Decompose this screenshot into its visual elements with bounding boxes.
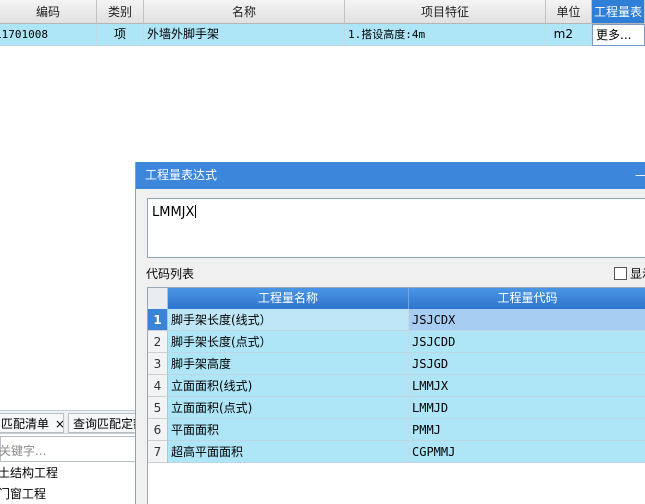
row-number[interactable]: 7: [148, 441, 168, 463]
cell-feature[interactable]: 1.搭设高度:4m: [345, 24, 546, 46]
tab-match-list-label: 匹配清单: [1, 417, 50, 431]
minimize-icon[interactable]: —: [635, 162, 645, 189]
expression-value: LMMJX: [152, 205, 195, 220]
column-header-category[interactable]: 类别: [97, 0, 144, 24]
column-header-unit[interactable]: 单位: [546, 0, 592, 24]
expression-input[interactable]: LMMJX: [147, 198, 645, 258]
cell-quantity-name[interactable]: 脚手架长度(线式）: [168, 309, 409, 331]
checkbox-icon[interactable]: [614, 267, 627, 280]
show-checkbox-label: 显示: [630, 267, 645, 281]
quantity-expression-dialog: 工程量表达式 — LMMJX 代码列表 显示 工程量名称 工程量代码 1脚手架长…: [135, 162, 645, 504]
search-input[interactable]: 关键字...: [0, 436, 137, 462]
cell-quantity-code[interactable]: JSJCDX: [409, 309, 645, 331]
cell-quantity-name[interactable]: 脚手架高度: [168, 353, 409, 375]
code-list-label: 代码列表: [146, 267, 195, 281]
tab-query-quota[interactable]: 查询匹配定额: [68, 413, 140, 433]
column-header-quantity-name[interactable]: 工程量名称: [168, 288, 409, 309]
column-header-quantity-code[interactable]: 工程量代码: [409, 288, 645, 309]
table-row[interactable]: 7 超高平面面积 CGPMMJ: [148, 441, 645, 463]
table-row[interactable]: 3 脚手架高度 JSJGD: [148, 353, 645, 375]
show-checkbox[interactable]: 显示: [614, 265, 645, 283]
cell-quantity-code[interactable]: CGPMMJ: [409, 441, 645, 463]
close-icon[interactable]: ×: [55, 417, 63, 431]
table-row[interactable]: 6 平面面积 PMMJ: [148, 419, 645, 441]
text-caret: [195, 205, 197, 218]
grid-corner: [148, 288, 168, 309]
cell-quantity-name[interactable]: 立面面积(点式): [168, 397, 409, 419]
row-number[interactable]: 4: [148, 375, 168, 397]
row-number[interactable]: 3: [148, 353, 168, 375]
cell-quantity-name[interactable]: 平面面积: [168, 419, 409, 441]
table-row[interactable]: 2 脚手架长度(点式） JSJCDD: [148, 331, 645, 353]
column-header-feature[interactable]: 项目特征: [345, 0, 546, 24]
column-header-name[interactable]: 名称: [144, 0, 345, 24]
dialog-title[interactable]: 工程量表达式: [136, 162, 645, 189]
left-panel-tabs: 匹配清单 × 查询匹配定额: [0, 410, 140, 434]
expression-text: LMMJX: [152, 205, 197, 220]
cell-quantity-code[interactable]: JSJCDD: [409, 331, 645, 353]
cell-code[interactable]: 11701008: [0, 24, 97, 46]
tree-item-structure[interactable]: 土结构工程: [0, 463, 58, 483]
cell-quantity-name[interactable]: 脚手架长度(点式）: [168, 331, 409, 353]
column-header-quantity[interactable]: 工程量表: [592, 0, 645, 24]
table-row[interactable]: 4 立面面积(线式) LMMJX: [148, 375, 645, 397]
cell-quantity-name[interactable]: 立面面积(线式): [168, 375, 409, 397]
table-row[interactable]: 1 脚手架长度(线式） JSJCDX: [148, 309, 645, 331]
tree-item-doors-windows[interactable]: 门窗工程: [0, 484, 46, 504]
table-row[interactable]: 5 立面面积(点式) LMMJD: [148, 397, 645, 419]
column-header-code[interactable]: 编码: [0, 0, 97, 24]
tab-match-list[interactable]: 匹配清单 ×: [0, 413, 64, 433]
cell-name[interactable]: 外墙外脚手架: [144, 24, 345, 46]
cell-quantity-expression[interactable]: 更多...: [592, 24, 645, 46]
top-grid-header: 编码 类别 名称 项目特征 单位 工程量表: [0, 0, 645, 24]
cell-quantity-code[interactable]: JSJGD: [409, 353, 645, 375]
cell-quantity-code[interactable]: LMMJD: [409, 397, 645, 419]
row-number[interactable]: 2: [148, 331, 168, 353]
row-number[interactable]: 1: [148, 309, 168, 331]
cell-unit[interactable]: m2: [546, 24, 592, 46]
cell-category[interactable]: 项: [97, 24, 144, 46]
table-row[interactable]: 11701008 项 外墙外脚手架 1.搭设高度:4m m2 更多...: [0, 24, 645, 46]
search-placeholder: 关键字...: [0, 444, 47, 458]
category-tree: 土结构工程 门窗工程: [0, 462, 137, 504]
cell-quantity-code[interactable]: LMMJX: [409, 375, 645, 397]
cell-quantity-name[interactable]: 超高平面面积: [168, 441, 409, 463]
row-number[interactable]: 5: [148, 397, 168, 419]
cell-quantity-code[interactable]: PMMJ: [409, 419, 645, 441]
row-number[interactable]: 6: [148, 419, 168, 441]
code-list-grid: 工程量名称 工程量代码 1 脚手架长度(线式） JSJCDX 2 脚手架长度(点式） JS…: [147, 287, 645, 504]
